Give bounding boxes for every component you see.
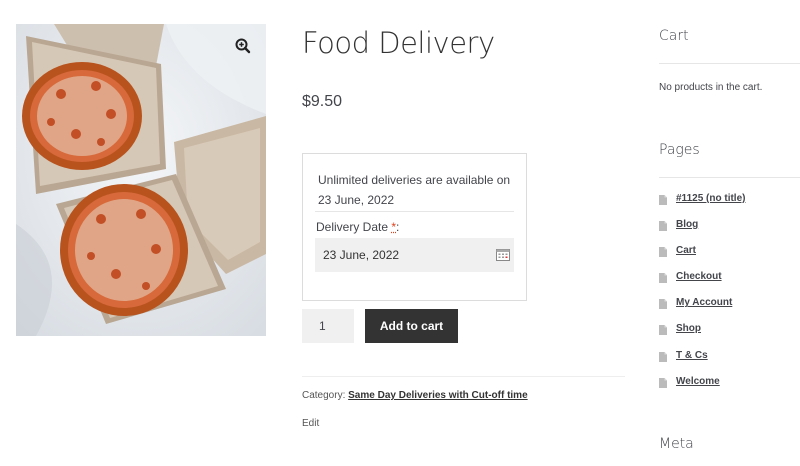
zoom-icon[interactable] [234, 37, 252, 55]
page-icon [659, 377, 667, 388]
page-icon [659, 299, 667, 310]
divider [659, 177, 800, 178]
pages-list: #1125 (no title) Blog Cart Checkout My A… [659, 193, 745, 402]
sidebar-page-link[interactable]: Blog [676, 219, 698, 230]
category-label: Category: [302, 390, 349, 401]
add-to-cart-button[interactable]: Add to cart [365, 309, 458, 343]
delivery-date-value: 23 June, 2022 [323, 248, 400, 262]
divider [315, 211, 514, 212]
product-title: Food Delivery [302, 26, 495, 60]
delivery-date-label: Delivery Date *: [316, 220, 399, 234]
pages-widget-title: Pages [659, 142, 700, 158]
calendar-icon[interactable] [496, 248, 510, 261]
list-item: Checkout [659, 271, 745, 297]
sidebar-page-link[interactable]: #1125 (no title) [676, 193, 745, 204]
delivery-availability-note: Unlimited deliveries are available on 23… [318, 173, 511, 207]
list-item: Cart [659, 245, 745, 271]
page-icon [659, 351, 667, 362]
list-item: Welcome [659, 376, 745, 402]
quantity-input[interactable] [302, 309, 354, 343]
list-item: My Account [659, 297, 745, 323]
page-icon [659, 273, 667, 284]
category-link[interactable]: Same Day Deliveries with Cut-off time [348, 390, 528, 401]
list-item: Shop [659, 323, 745, 349]
product-image[interactable] [16, 24, 266, 336]
page-icon [659, 247, 667, 258]
delivery-date-box: Unlimited deliveries are available on 23… [302, 153, 527, 301]
pizza-image [16, 24, 266, 336]
sidebar-page-link[interactable]: Cart [676, 245, 696, 256]
divider [302, 376, 625, 377]
sidebar-page-link[interactable]: My Account [676, 297, 732, 308]
sidebar-page-link[interactable]: T & Cs [676, 350, 708, 361]
delivery-date-label-text: Delivery Date [316, 220, 392, 234]
label-colon: : [396, 220, 400, 234]
list-item: Blog [659, 219, 745, 245]
product-price: $9.50 [302, 93, 343, 110]
divider [659, 63, 800, 64]
sidebar-page-link[interactable]: Welcome [676, 376, 720, 387]
edit-link[interactable]: Edit [302, 418, 319, 429]
page-icon [659, 221, 667, 232]
sidebar-page-link[interactable]: Checkout [676, 271, 722, 282]
cart-empty-message: No products in the cart. [659, 82, 763, 93]
list-item: T & Cs [659, 350, 745, 376]
page-icon [659, 195, 667, 205]
list-item: #1125 (no title) [659, 193, 745, 219]
page-icon [659, 325, 667, 336]
delivery-date-input[interactable]: 23 June, 2022 [315, 238, 514, 272]
meta-widget-title: Meta [659, 436, 694, 452]
sidebar-page-link[interactable]: Shop [676, 323, 701, 334]
cart-widget-title: Cart [659, 28, 689, 44]
product-category: Category: Same Day Deliveries with Cut-o… [302, 390, 528, 401]
